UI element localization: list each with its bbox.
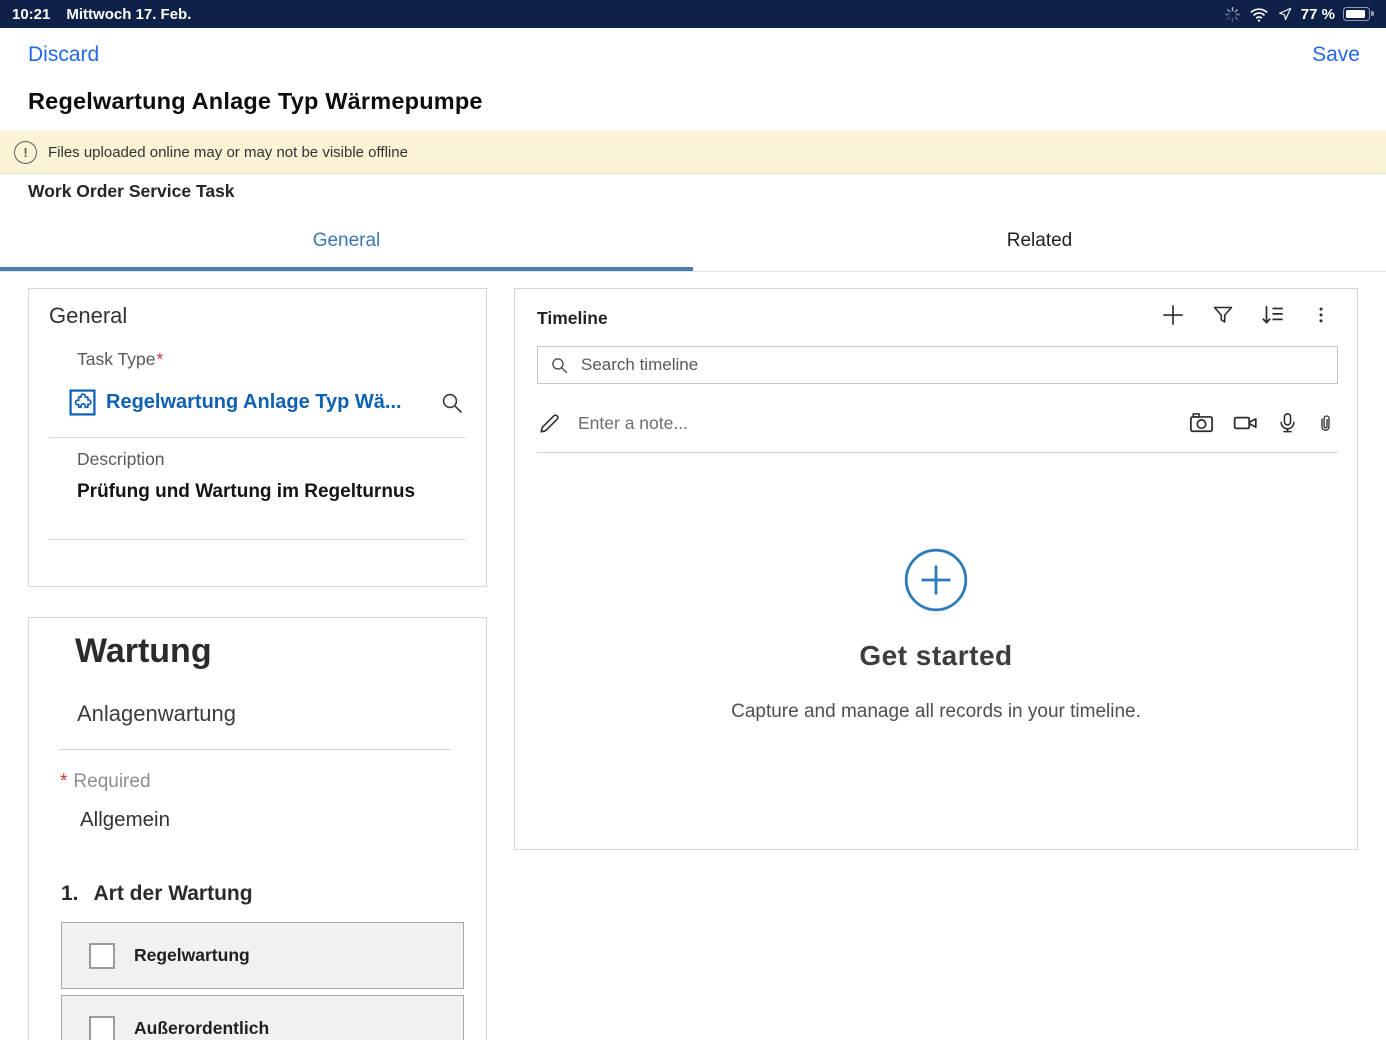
- wartung-subheading: Anlagenwartung: [77, 701, 236, 727]
- video-camera-icon[interactable]: [1231, 410, 1260, 436]
- description-value: Prüfung und Wartung im Regelturnus: [77, 481, 415, 503]
- description-label: Description: [77, 449, 165, 470]
- location-arrow-icon: [1277, 6, 1293, 22]
- lookup-search-icon[interactable]: [440, 391, 464, 415]
- timeline-search-box: [537, 346, 1338, 384]
- service-task-icon: [69, 389, 96, 416]
- pencil-icon[interactable]: [537, 411, 562, 436]
- add-circle-icon[interactable]: [904, 548, 968, 612]
- field-divider: [49, 539, 466, 540]
- option-label: Außerordentlich: [134, 1018, 269, 1039]
- entity-type-label: Work Order Service Task: [28, 181, 235, 202]
- more-vertical-icon[interactable]: [1311, 303, 1331, 327]
- option-ausserordentlich[interactable]: Außerordentlich: [61, 995, 464, 1040]
- option-label: Regelwartung: [134, 945, 250, 966]
- camera-icon[interactable]: [1188, 410, 1215, 436]
- general-section-heading: General: [49, 303, 127, 329]
- timeline-card: Timeline: [514, 288, 1358, 850]
- page-title: Regelwartung Anlage Typ Wärmepumpe: [28, 88, 483, 115]
- checkbox-ausserordentlich[interactable]: [89, 1016, 115, 1040]
- clock: 10:21: [12, 6, 50, 23]
- task-type-lookup[interactable]: Regelwartung Anlage Typ Wä...: [69, 389, 402, 416]
- note-entry-row: Enter a note...: [537, 401, 1336, 445]
- empty-state-subtitle: Capture and manage all records in your t…: [515, 701, 1357, 723]
- timeline-actions: [1160, 302, 1331, 328]
- offline-warning-banner: ! Files uploaded online may or may not b…: [0, 131, 1386, 174]
- field-divider: [49, 437, 466, 438]
- screen: 10:21 Mittwoch 17. Feb.: [0, 0, 1386, 1040]
- paperclip-icon[interactable]: [1315, 410, 1336, 436]
- question-label: Art der Wartung: [94, 882, 253, 905]
- required-asterisk: *: [156, 349, 163, 369]
- tab-bar: General Related: [0, 215, 1386, 272]
- tab-related[interactable]: Related: [693, 215, 1386, 271]
- alert-circle-icon: !: [14, 141, 37, 164]
- task-type-label: Task Type*: [77, 349, 163, 370]
- group-label: Allgemein: [80, 808, 170, 832]
- battery-icon: [1343, 7, 1370, 21]
- filter-funnel-icon[interactable]: [1211, 303, 1235, 327]
- task-type-value: Regelwartung Anlage Typ Wä...: [106, 391, 402, 414]
- search-input[interactable]: [579, 354, 1337, 376]
- status-date: Mittwoch 17. Feb.: [66, 6, 191, 23]
- media-buttons: [1188, 410, 1336, 436]
- option-regelwartung[interactable]: Regelwartung: [61, 922, 464, 989]
- sort-descending-icon[interactable]: [1260, 302, 1286, 328]
- note-divider: [537, 452, 1338, 453]
- question-art-der-wartung: 1. Art der Wartung: [61, 882, 253, 906]
- add-icon[interactable]: [1160, 302, 1186, 328]
- required-asterisk: *: [60, 771, 67, 792]
- battery-percent: 77 %: [1301, 6, 1335, 23]
- banner-text: Files uploaded online may or may not be …: [48, 144, 408, 161]
- save-button[interactable]: Save: [1312, 43, 1360, 67]
- section-divider: [59, 749, 450, 750]
- required-legend: *Required: [59, 771, 151, 793]
- microphone-icon[interactable]: [1276, 410, 1299, 436]
- discard-button[interactable]: Discard: [28, 43, 99, 67]
- wartung-heading: Wartung: [75, 632, 212, 671]
- activity-spinner-icon: [1224, 6, 1241, 23]
- status-bar: 10:21 Mittwoch 17. Feb.: [0, 0, 1386, 28]
- note-placeholder[interactable]: Enter a note...: [578, 413, 1188, 434]
- general-section-card: General Task Type* Regelwartung Anlage T…: [28, 288, 487, 587]
- wartung-section-card: Wartung Anlagenwartung *Required Allgeme…: [28, 617, 487, 1040]
- tab-general[interactable]: General: [0, 215, 693, 271]
- form-nav: Discard Save: [28, 43, 1360, 67]
- empty-state-title: Get started: [515, 640, 1357, 672]
- question-number: 1.: [61, 882, 79, 905]
- timeline-heading: Timeline: [537, 308, 608, 329]
- checkbox-regelwartung[interactable]: [89, 943, 115, 969]
- wifi-icon: [1249, 6, 1269, 23]
- search-icon: [550, 356, 569, 375]
